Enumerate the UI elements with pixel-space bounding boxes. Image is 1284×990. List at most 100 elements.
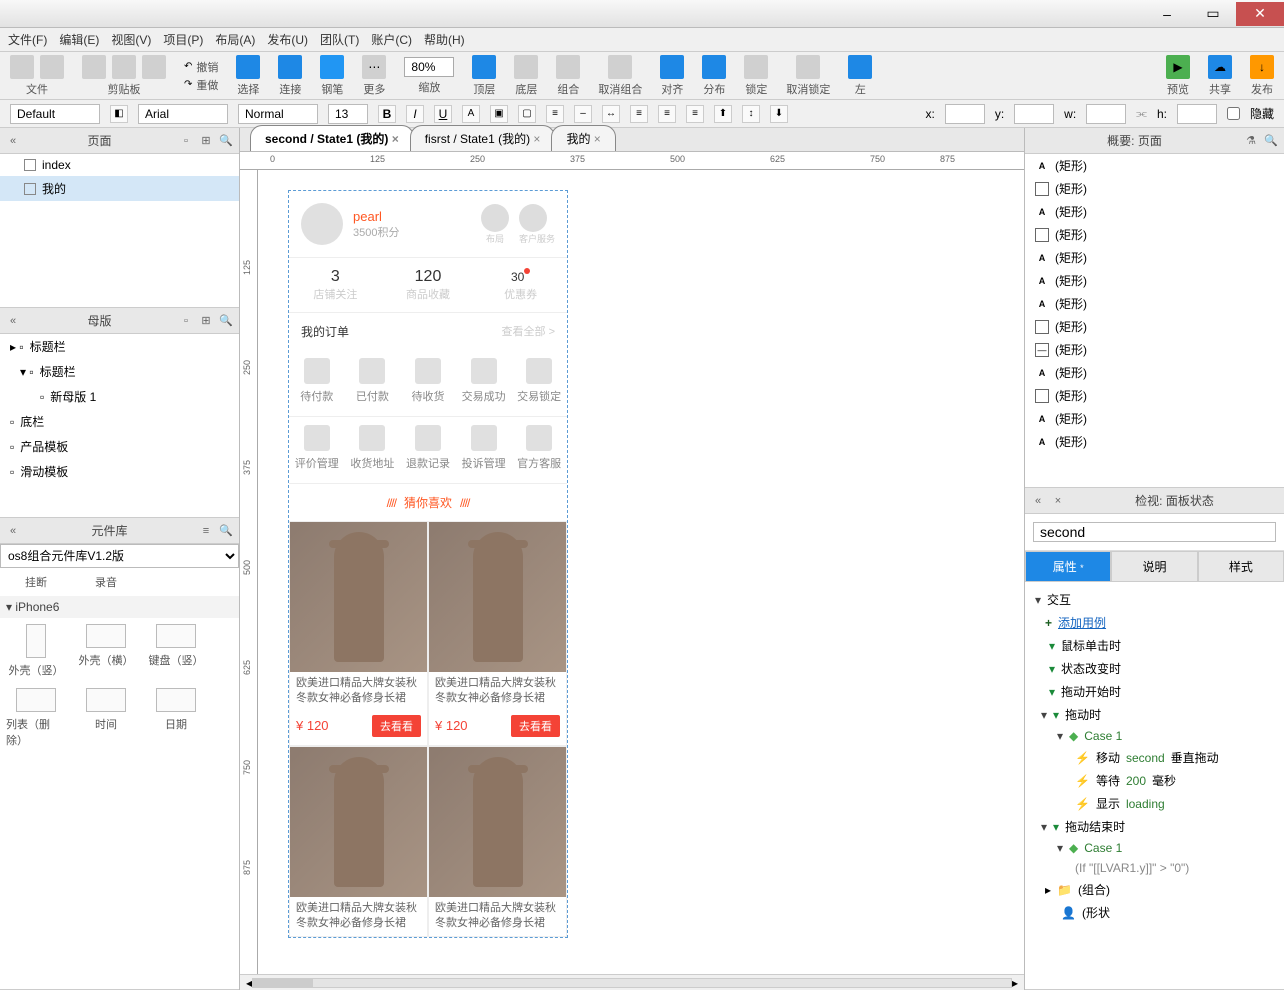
zoom-select[interactable]: 80% [404, 57, 454, 77]
menu-edit[interactable]: 编辑(E) [59, 31, 99, 48]
shape-item[interactable]: (形状 [1082, 904, 1110, 921]
search-icon[interactable]: 🔍 [219, 524, 233, 538]
close-tab-icon[interactable]: × [533, 132, 540, 146]
add-master-icon[interactable]: ▫ [179, 314, 193, 328]
event-drag[interactable]: 拖动时 [1065, 706, 1101, 723]
group-item[interactable]: (组合) [1078, 881, 1110, 898]
event-item[interactable]: 拖动开始时 [1061, 683, 1121, 700]
doc-tab-mine[interactable]: 我的 × [551, 125, 615, 151]
outline-item[interactable]: A(矩形) [1025, 269, 1284, 292]
w-input[interactable] [1086, 104, 1126, 124]
valign-mid-icon[interactable]: ↕ [742, 105, 760, 123]
select-icon[interactable] [236, 55, 260, 79]
outline-item[interactable]: A(矩形) [1025, 292, 1284, 315]
menu-project[interactable]: 项目(P) [163, 31, 203, 48]
size-input[interactable] [328, 104, 368, 124]
align-left-icon[interactable]: ≡ [630, 105, 648, 123]
widget-name-input[interactable] [1033, 522, 1276, 542]
border-icon[interactable]: ▢ [518, 105, 536, 123]
interact-header[interactable]: 交互 [1047, 591, 1071, 608]
fill-icon[interactable]: ▣ [490, 105, 508, 123]
outline-item[interactable]: (矩形) [1025, 177, 1284, 200]
outline-item[interactable]: —(矩形) [1025, 338, 1284, 361]
outline-item[interactable]: A(矩形) [1025, 430, 1284, 453]
arrow-icon[interactable]: ↔ [602, 105, 620, 123]
event-dragend[interactable]: 拖动结束时 [1065, 818, 1125, 835]
align-left-icon[interactable] [848, 55, 872, 79]
weight-select[interactable] [238, 104, 318, 124]
add-case-link[interactable]: 添加用例 [1058, 614, 1106, 631]
event-item[interactable]: 鼠标单击时 [1061, 637, 1121, 654]
bold-icon[interactable]: B [378, 105, 396, 123]
window-max-button[interactable]: ▭ [1190, 2, 1236, 26]
panel-close-icon[interactable]: « [6, 524, 20, 538]
ungroup-icon[interactable] [608, 55, 632, 79]
widget-item[interactable]: 时间 [76, 688, 136, 748]
mock-phone[interactable]: pearl 3500积分 布局 客户服务 3店铺关注 120商品收藏 30优惠券 [288, 190, 568, 938]
redo-button[interactable]: 重做 [196, 77, 218, 93]
window-close-button[interactable]: ✕ [1236, 2, 1284, 26]
menu-team[interactable]: 团队(T) [320, 31, 359, 48]
cut-icon[interactable] [82, 55, 106, 79]
case-item[interactable]: Case 1 [1084, 729, 1122, 743]
group-icon[interactable] [556, 55, 580, 79]
open-file-icon[interactable] [40, 55, 64, 79]
tab-notes[interactable]: 说明 [1111, 551, 1197, 582]
linestyle-icon[interactable]: – [574, 105, 592, 123]
close-tab-icon[interactable]: × [594, 132, 601, 146]
outline-item[interactable]: A(矩形) [1025, 154, 1284, 177]
window-min-button[interactable]: – [1144, 2, 1190, 26]
underline-icon[interactable]: U [434, 105, 452, 123]
search-icon[interactable]: 🔍 [219, 314, 233, 328]
master-item[interactable]: ▸ ▫ 标题栏 [0, 334, 239, 359]
panel-close-icon[interactable]: « [1031, 494, 1045, 508]
style-select[interactable] [10, 104, 100, 124]
outline-item[interactable]: A(矩形) [1025, 246, 1284, 269]
master-item[interactable]: ▫ 新母版 1 [0, 384, 239, 409]
lock-icon[interactable] [744, 55, 768, 79]
menu-arrange[interactable]: 布局(A) [215, 31, 255, 48]
add-folder-icon[interactable]: ⊞ [199, 314, 213, 328]
search-icon[interactable]: 🔍 [219, 134, 233, 148]
horizontal-scrollbar[interactable]: ◂ ▸ [240, 974, 1024, 990]
widget-item[interactable]: 列表（删除） [6, 688, 66, 748]
front-icon[interactable] [472, 55, 496, 79]
widget-item[interactable]: 外壳（竖） [6, 624, 66, 678]
preview-icon[interactable]: ▶ [1166, 55, 1190, 79]
menu-help[interactable]: 帮助(H) [424, 31, 465, 48]
align-icon[interactable] [660, 55, 684, 79]
outline-item[interactable]: A(矩形) [1025, 200, 1284, 223]
style-paint-icon[interactable]: ◧ [110, 105, 128, 123]
widget-item[interactable]: 外壳（横） [76, 624, 136, 678]
library-select[interactable]: os8组合元件库V1.2版 [0, 544, 239, 568]
x-input[interactable] [945, 104, 985, 124]
master-item[interactable]: ▫ 产品模板 [0, 434, 239, 459]
doc-tab-first[interactable]: fisrst / State1 (我的) × [410, 125, 556, 151]
valign-top-icon[interactable]: ⬆ [714, 105, 732, 123]
back-icon[interactable] [514, 55, 538, 79]
master-item[interactable]: ▫ 滑动模板 [0, 459, 239, 484]
share-icon[interactable]: ☁ [1208, 55, 1232, 79]
outline-item[interactable]: A(矩形) [1025, 361, 1284, 384]
master-item[interactable]: ▾ ▫ 标题栏 [0, 359, 239, 384]
menu-account[interactable]: 账户(C) [371, 31, 412, 48]
y-input[interactable] [1014, 104, 1054, 124]
paste-icon[interactable] [142, 55, 166, 79]
outline-item[interactable]: (矩形) [1025, 223, 1284, 246]
undo-button[interactable]: 撤销 [196, 59, 218, 75]
filter-icon[interactable]: ⚗ [1244, 134, 1258, 148]
menu-view[interactable]: 视图(V) [111, 31, 151, 48]
tab-style[interactable]: 样式 [1198, 551, 1284, 582]
search-icon[interactable]: 🔍 [1264, 134, 1278, 148]
pen-icon[interactable] [320, 55, 344, 79]
lib-section[interactable]: ▾ iPhone6 [0, 596, 239, 618]
textcolor-icon[interactable]: A [462, 105, 480, 123]
widget-hangup[interactable]: 挂断 [6, 574, 66, 590]
distribute-icon[interactable] [702, 55, 726, 79]
panel-close-icon[interactable]: « [6, 134, 20, 148]
h-input[interactable] [1177, 104, 1217, 124]
unlock-icon[interactable] [796, 55, 820, 79]
master-item[interactable]: ▫ 底栏 [0, 409, 239, 434]
case-item[interactable]: Case 1 [1084, 841, 1122, 855]
page-item-mine[interactable]: 我的 [0, 176, 239, 201]
